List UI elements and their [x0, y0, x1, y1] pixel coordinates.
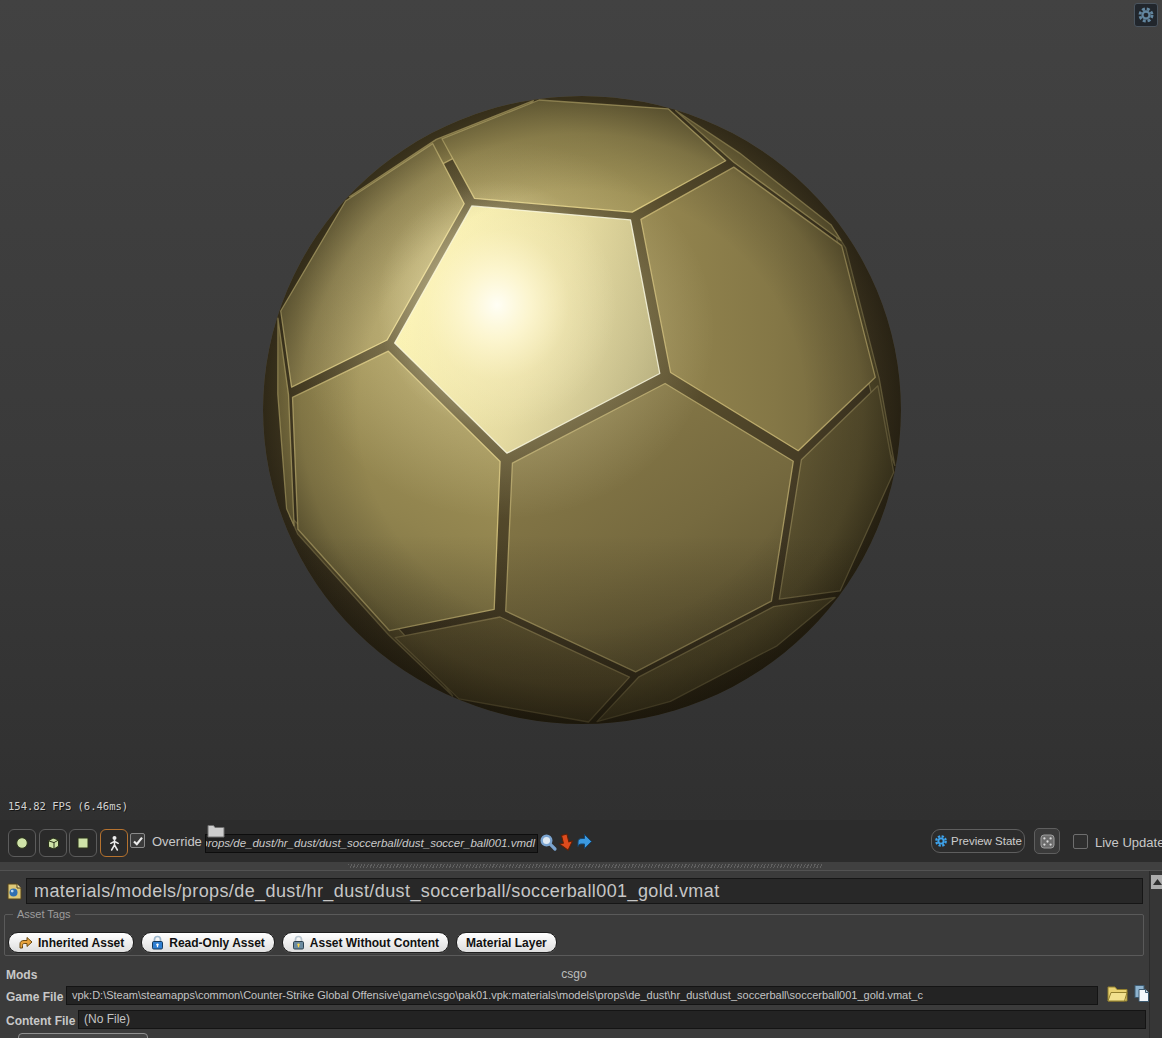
- gear-icon: [934, 834, 948, 848]
- copy-path-button[interactable]: [1133, 984, 1150, 1007]
- splitter-handle[interactable]: [348, 864, 822, 868]
- circle-icon: [15, 836, 29, 850]
- person-icon: [107, 835, 122, 852]
- red-arrow-down-icon: [558, 833, 574, 852]
- model-path-text: models/props/de_dust/hr_dust/dust_soccer…: [205, 837, 535, 849]
- bottom-cutoff-button[interactable]: [18, 1033, 148, 1038]
- check-icon: [132, 835, 144, 847]
- scroll-up-button[interactable]: [1151, 875, 1162, 889]
- game-file-field[interactable]: vpk:D:\Steam\steamapps\common\Counter-St…: [66, 986, 1098, 1005]
- game-file-text: vpk:D:\Steam\steamapps\common\Counter-St…: [72, 989, 923, 1001]
- 3d-viewport[interactable]: 154.82 FPS (6.46ms): [0, 0, 1162, 820]
- mods-value: csgo: [0, 967, 1148, 981]
- panel-splitter[interactable]: [0, 862, 1162, 870]
- tag-label: Asset Without Content: [310, 936, 439, 950]
- asset-path-text: materials/models/props/de_dust/hr_dust/d…: [34, 881, 720, 901]
- tag-label: Material Layer: [466, 936, 547, 950]
- live-update-checkbox[interactable]: [1073, 834, 1088, 849]
- folder-icon: [1107, 985, 1128, 1002]
- content-file-field[interactable]: (No File): [78, 1010, 1146, 1029]
- cube-icon: [46, 836, 61, 851]
- material-file-icon: [7, 883, 22, 904]
- lock-icon: [151, 935, 164, 950]
- tag-inherited-asset[interactable]: Inherited Asset: [8, 932, 134, 953]
- asset-path-field[interactable]: materials/models/props/de_dust/hr_dust/d…: [26, 878, 1143, 904]
- content-file-label: Content File: [6, 1014, 75, 1028]
- preview-state-label: Preview State: [951, 835, 1022, 847]
- search-model-button[interactable]: [539, 833, 558, 856]
- content-file-text: (No File): [84, 1012, 130, 1026]
- copy-icon: [1133, 984, 1150, 1003]
- render-mode-square-button[interactable]: [69, 829, 97, 857]
- override-label: Override: [152, 834, 202, 849]
- model-path-input[interactable]: models/props/de_dust/hr_dust/dust_soccer…: [205, 834, 538, 853]
- preview-toolbar: Override models/props/de_dust/hr_dust/du…: [0, 820, 1162, 862]
- preview-state-button[interactable]: Preview State: [931, 829, 1025, 853]
- fps-counter: 154.82 FPS (6.46ms): [8, 800, 128, 812]
- asset-tags-title: Asset Tags: [13, 908, 75, 920]
- viewport-settings-button[interactable]: [1134, 3, 1158, 27]
- inherit-arrow-icon: [18, 936, 33, 949]
- override-checkbox[interactable]: [130, 833, 145, 848]
- square-icon: [76, 836, 90, 850]
- dice-icon: [1040, 834, 1055, 849]
- render-mode-cube-button[interactable]: [39, 829, 67, 857]
- live-update-label: Live Update: [1095, 835, 1162, 850]
- magnifier-icon: [539, 833, 558, 852]
- soccer-ball-render: [0, 0, 1162, 820]
- asset-details-panel: materials/models/props/de_dust/hr_dust/d…: [0, 870, 1162, 1038]
- blue-arrow-right-icon: [576, 833, 593, 851]
- render-mode-character-button[interactable]: [100, 829, 128, 857]
- export-model-button[interactable]: [576, 833, 593, 855]
- tag-read-only-asset[interactable]: Read-Only Asset: [141, 932, 275, 953]
- folder-icon[interactable]: [207, 824, 225, 842]
- random-preview-button[interactable]: [1034, 828, 1060, 854]
- lock-icon: [292, 935, 305, 950]
- gear-icon: [1137, 6, 1155, 24]
- tag-asset-without-content[interactable]: Asset Without Content: [282, 932, 449, 953]
- tag-label: Read-Only Asset: [169, 936, 265, 950]
- tag-label: Inherited Asset: [38, 936, 124, 950]
- up-triangle-icon: [1153, 879, 1162, 885]
- panel-scrollbar[interactable]: [1149, 871, 1162, 1038]
- render-mode-circle-button[interactable]: [8, 829, 36, 857]
- import-model-button[interactable]: [558, 833, 574, 856]
- game-file-label: Game File: [6, 990, 63, 1004]
- open-folder-button[interactable]: [1107, 985, 1128, 1006]
- tag-material-layer[interactable]: Material Layer: [456, 932, 557, 953]
